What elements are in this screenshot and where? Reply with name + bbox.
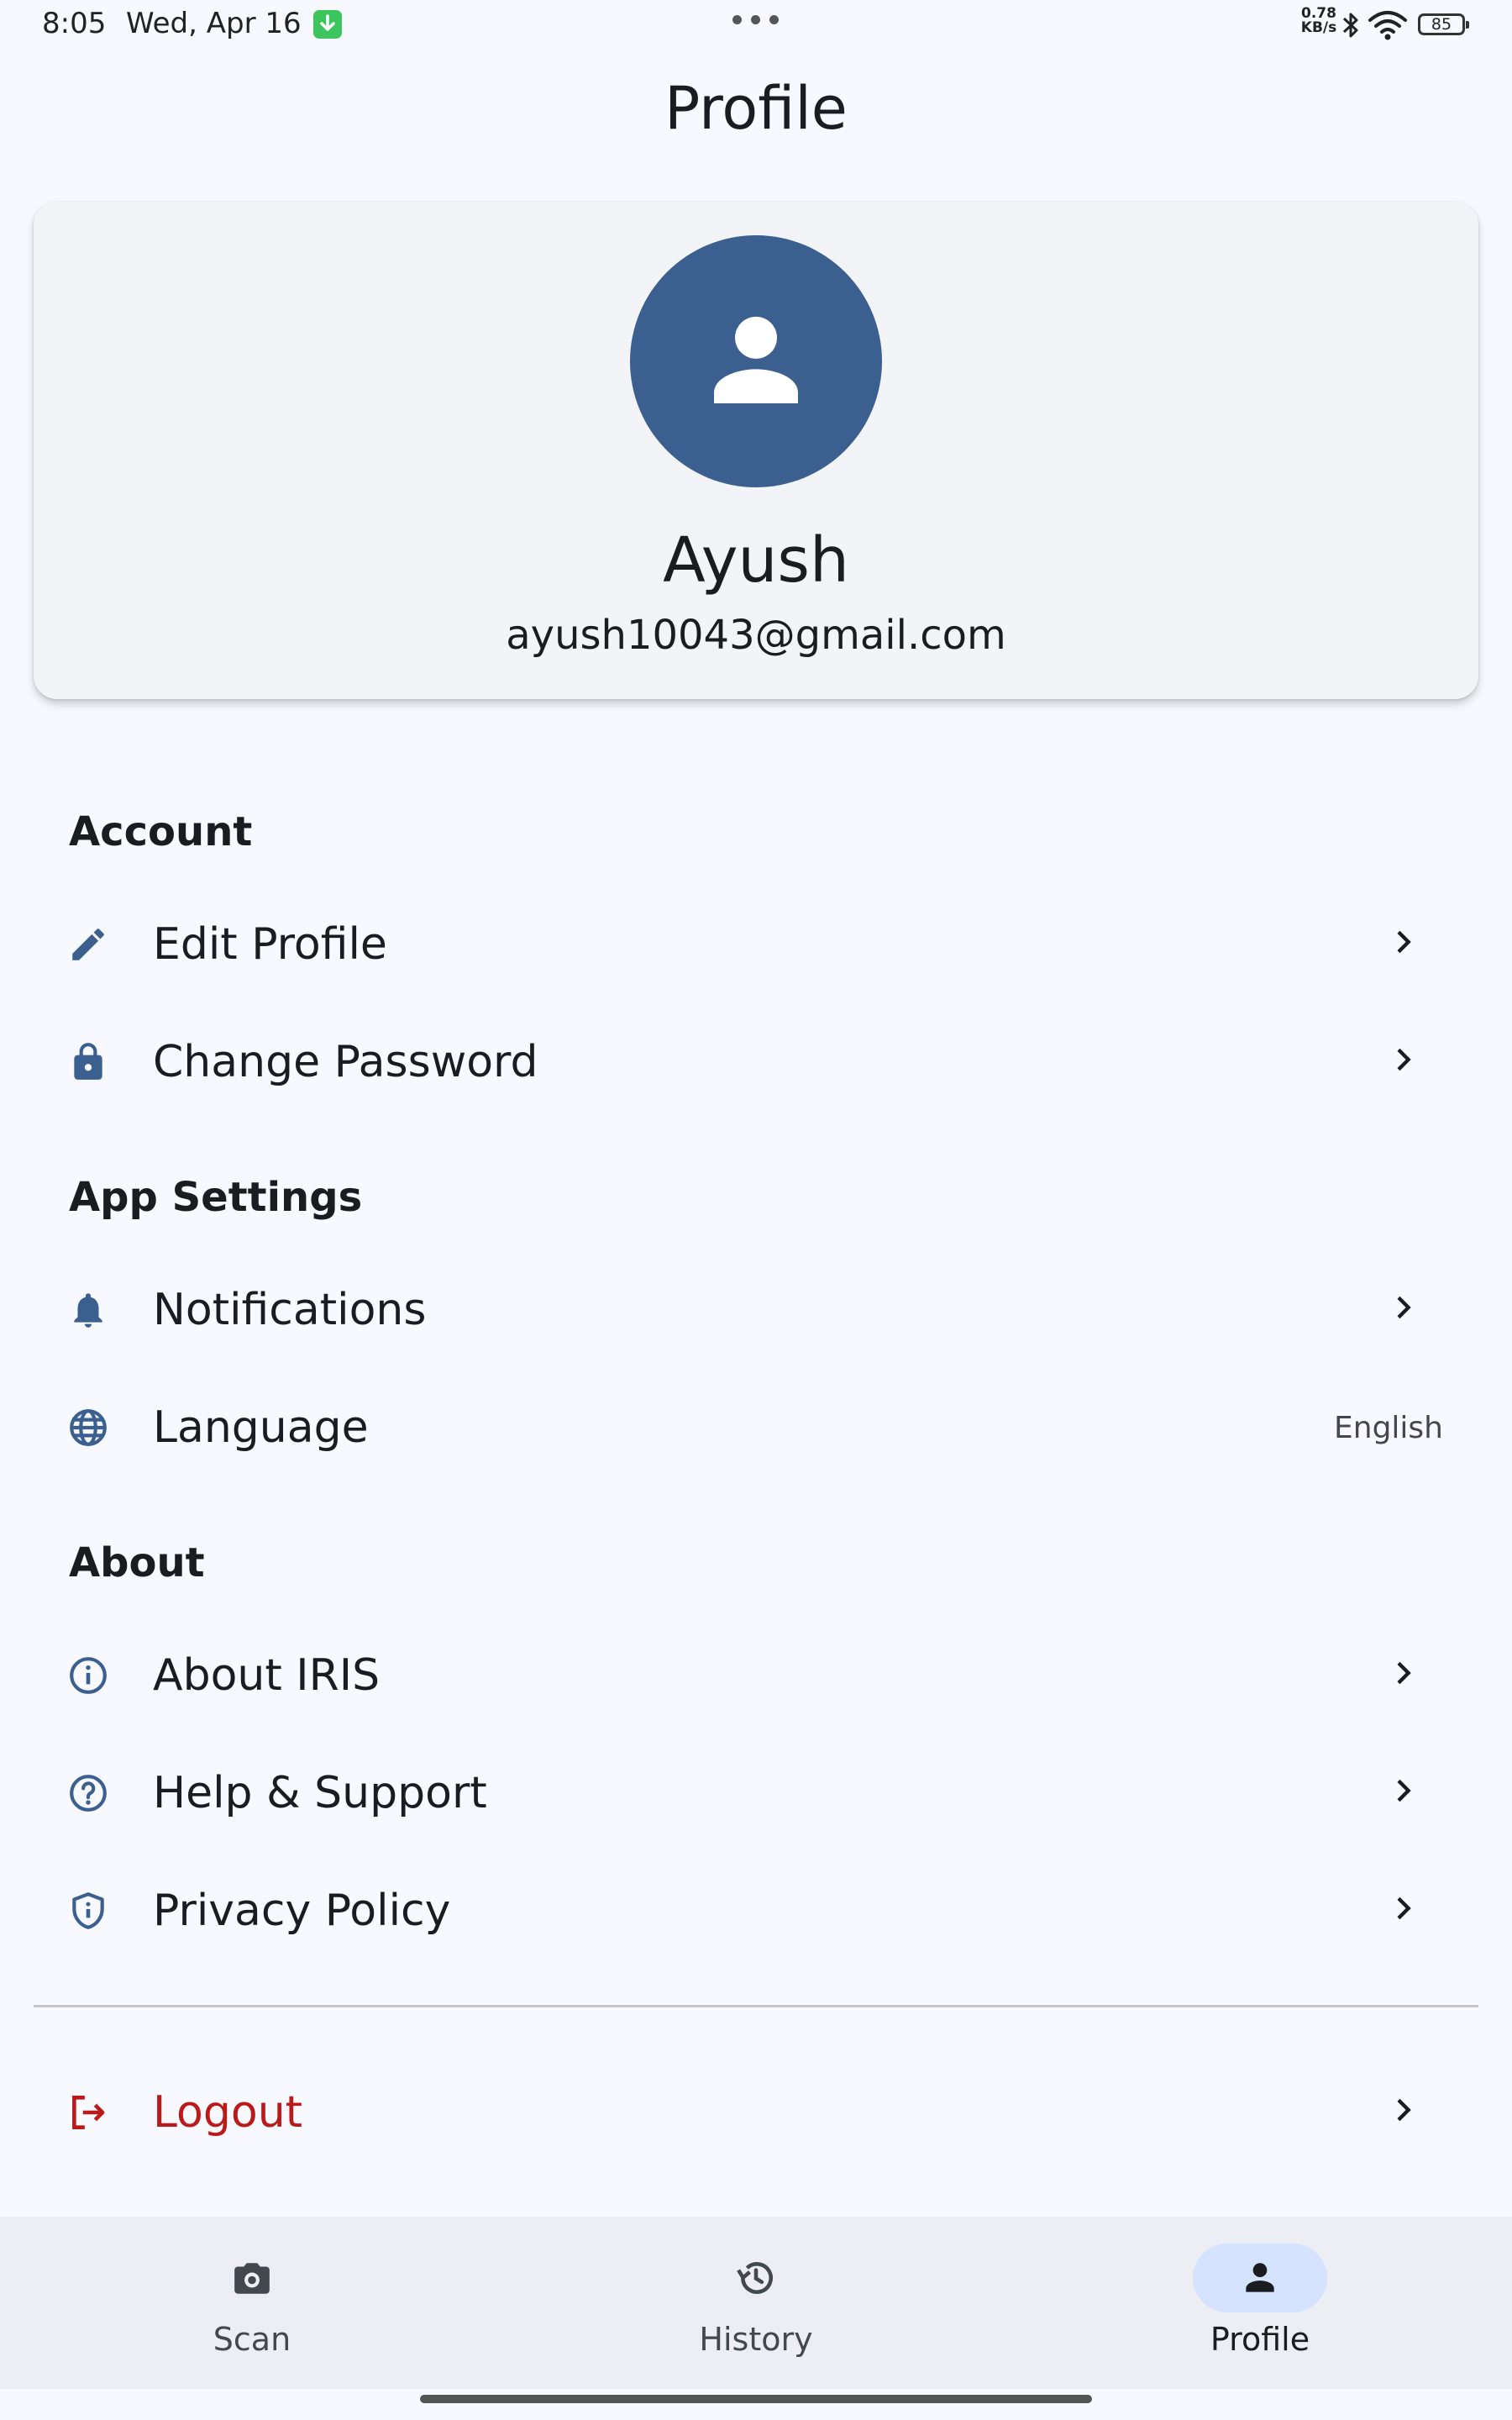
battery-icon: 85 bbox=[1418, 13, 1469, 35]
menu-item-notifications[interactable]: Notifications bbox=[34, 1253, 1478, 1362]
logout-label: Logout bbox=[153, 2087, 303, 2138]
logout-button[interactable]: Logout bbox=[34, 2055, 1478, 2165]
nav-item-profile[interactable]: Profile bbox=[1008, 2217, 1512, 2389]
menu-item-language[interactable]: Language English bbox=[34, 1370, 1478, 1480]
menu-item-label: Privacy Policy bbox=[153, 1886, 451, 1936]
section-header-app-settings: App Settings bbox=[69, 1174, 363, 1221]
nav-label: Scan bbox=[213, 2321, 291, 2358]
menu-item-label: Notifications bbox=[153, 1285, 427, 1335]
status-time: 8:05 bbox=[42, 7, 107, 40]
status-bar: 8:05 Wed, Apr 16 0.78 KB/s 85 bbox=[0, 0, 1512, 52]
history-icon bbox=[737, 2262, 773, 2294]
help-icon bbox=[70, 1775, 107, 1812]
section-header-account: Account bbox=[69, 808, 253, 855]
person-icon bbox=[1246, 2263, 1274, 2292]
chevron-right-icon bbox=[1397, 1779, 1411, 1802]
nav-label: Profile bbox=[1210, 2321, 1310, 2358]
globe-icon bbox=[70, 1409, 107, 1446]
language-value: English bbox=[1334, 1411, 1443, 1445]
lock-icon bbox=[74, 1043, 102, 1080]
menu-item-label: Edit Profile bbox=[153, 919, 387, 970]
bluetooth-icon bbox=[1342, 13, 1358, 38]
nav-item-scan[interactable]: Scan bbox=[0, 2217, 504, 2389]
pencil-icon bbox=[72, 929, 104, 960]
profile-card: Ayush ayush10043@gmail.com bbox=[34, 202, 1478, 699]
chevron-right-icon bbox=[1397, 1897, 1411, 1920]
chevron-right-icon bbox=[1397, 2098, 1411, 2122]
camera-icon bbox=[234, 2263, 270, 2294]
page-title: Profile bbox=[664, 74, 848, 143]
menu-item-label: Change Password bbox=[153, 1037, 538, 1087]
menu-item-change-password[interactable]: Change Password bbox=[34, 1005, 1478, 1114]
network-speed: 0.78 KB/s bbox=[1300, 5, 1337, 36]
menu-item-edit-profile[interactable]: Edit Profile bbox=[34, 887, 1478, 997]
chevron-right-icon bbox=[1397, 1048, 1411, 1071]
user-email: ayush10043@gmail.com bbox=[506, 612, 1006, 659]
person-icon bbox=[714, 316, 798, 403]
bottom-navigation: Scan History Profile bbox=[0, 2217, 1512, 2389]
chevron-right-icon bbox=[1397, 1661, 1411, 1685]
bell-icon bbox=[74, 1293, 102, 1328]
info-icon bbox=[70, 1657, 107, 1694]
nav-label: History bbox=[699, 2321, 813, 2358]
menu-item-label: Help & Support bbox=[153, 1768, 487, 1818]
chevron-right-icon bbox=[1397, 1296, 1411, 1319]
logout-icon bbox=[72, 2096, 105, 2129]
avatar[interactable] bbox=[630, 235, 882, 487]
divider bbox=[34, 2005, 1478, 2007]
menu-item-help-support[interactable]: Help & Support bbox=[34, 1736, 1478, 1845]
nav-item-history[interactable]: History bbox=[504, 2217, 1008, 2389]
status-date: Wed, Apr 16 bbox=[126, 7, 302, 40]
menu-item-label: Language bbox=[153, 1402, 369, 1453]
more-dots-icon[interactable] bbox=[732, 15, 780, 25]
menu-item-privacy-policy[interactable]: Privacy Policy bbox=[34, 1854, 1478, 1963]
shield-icon bbox=[72, 1892, 104, 1929]
user-name: Ayush bbox=[663, 524, 849, 597]
wifi-icon bbox=[1368, 11, 1407, 40]
menu-item-about-iris[interactable]: About IRIS bbox=[34, 1618, 1478, 1728]
home-indicator[interactable] bbox=[420, 2395, 1092, 2403]
chevron-right-icon bbox=[1397, 930, 1411, 954]
download-icon bbox=[313, 10, 342, 39]
profile-screen: 8:05 Wed, Apr 16 0.78 KB/s 85 Profile Ay… bbox=[0, 0, 1512, 2420]
menu-item-label: About IRIS bbox=[153, 1650, 381, 1701]
section-header-about: About bbox=[69, 1539, 205, 1586]
